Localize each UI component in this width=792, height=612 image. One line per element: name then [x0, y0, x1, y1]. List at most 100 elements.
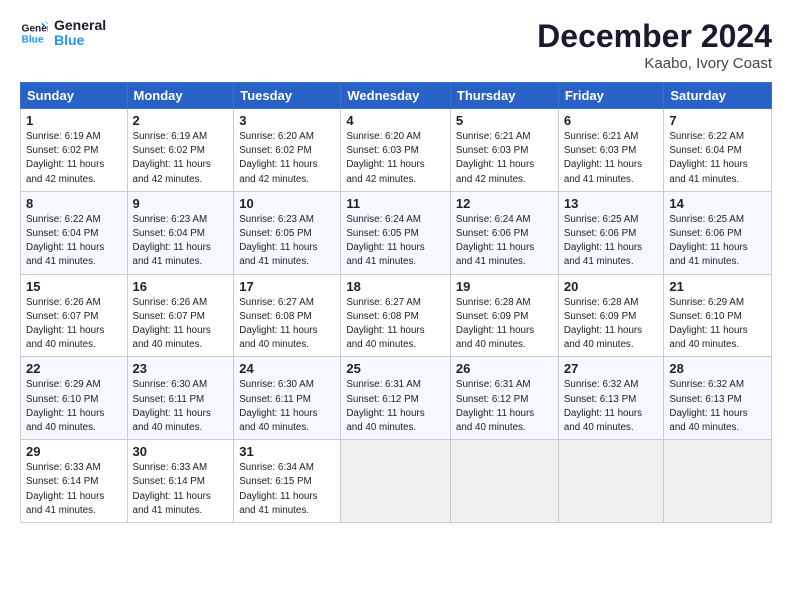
header-day-wednesday: Wednesday	[341, 83, 451, 109]
calendar-cell	[341, 440, 451, 523]
calendar-cell: 31 Sunrise: 6:34 AMSunset: 6:15 PMDayligh…	[234, 440, 341, 523]
day-info: Sunrise: 6:22 AMSunset: 6:04 PMDaylight:…	[669, 130, 766, 187]
day-info: Sunrise: 6:30 AMSunset: 6:11 PMDaylight:…	[239, 378, 335, 435]
day-number: 6	[564, 113, 659, 128]
calendar: SundayMondayTuesdayWednesdayThursdayFrid…	[20, 82, 772, 523]
day-number: 23	[133, 361, 229, 376]
header-day-friday: Friday	[558, 83, 664, 109]
calendar-cell: 19 Sunrise: 6:28 AMSunset: 6:09 PMDayligh…	[450, 274, 558, 357]
logo-icon: General Blue	[20, 19, 48, 47]
day-info: Sunrise: 6:21 AMSunset: 6:03 PMDaylight:…	[564, 130, 659, 187]
calendar-week-row: 29 Sunrise: 6:33 AMSunset: 6:14 PMDayligh…	[21, 440, 772, 523]
calendar-cell: 21 Sunrise: 6:29 AMSunset: 6:10 PMDayligh…	[664, 274, 772, 357]
header-day-monday: Monday	[127, 83, 234, 109]
day-number: 21	[669, 279, 766, 294]
day-info: Sunrise: 6:34 AMSunset: 6:15 PMDaylight:…	[239, 461, 335, 518]
day-info: Sunrise: 6:19 AMSunset: 6:02 PMDaylight:…	[133, 130, 229, 187]
day-info: Sunrise: 6:21 AMSunset: 6:03 PMDaylight:…	[456, 130, 553, 187]
day-info: Sunrise: 6:28 AMSunset: 6:09 PMDaylight:…	[564, 296, 659, 353]
calendar-cell: 7 Sunrise: 6:22 AMSunset: 6:04 PMDaylight…	[664, 109, 772, 192]
day-info: Sunrise: 6:29 AMSunset: 6:10 PMDaylight:…	[26, 378, 122, 435]
header-day-tuesday: Tuesday	[234, 83, 341, 109]
calendar-cell: 22 Sunrise: 6:29 AMSunset: 6:10 PMDayligh…	[21, 357, 128, 440]
logo-line1: General	[54, 18, 106, 33]
calendar-cell: 28 Sunrise: 6:32 AMSunset: 6:13 PMDayligh…	[664, 357, 772, 440]
day-number: 3	[239, 113, 335, 128]
header-day-thursday: Thursday	[450, 83, 558, 109]
day-number: 13	[564, 196, 659, 211]
day-number: 9	[133, 196, 229, 211]
calendar-cell	[558, 440, 664, 523]
calendar-cell: 8Sunrise: 6:22 AMSunset: 6:04 PMDaylight…	[21, 191, 128, 274]
calendar-cell: 30 Sunrise: 6:33 AMSunset: 6:14 PMDayligh…	[127, 440, 234, 523]
day-info: Sunrise: 6:30 AMSunset: 6:11 PMDaylight:…	[133, 378, 229, 435]
header: General Blue General Blue December 2024 …	[20, 18, 772, 72]
day-info: Sunrise: 6:25 AMSunset: 6:06 PMDaylight:…	[564, 213, 659, 270]
calendar-cell: 2 Sunrise: 6:19 AMSunset: 6:02 PMDaylight…	[127, 109, 234, 192]
calendar-cell: 17Sunrise: 6:27 AMSunset: 6:08 PMDayligh…	[234, 274, 341, 357]
main-title: December 2024	[537, 18, 772, 55]
calendar-cell: 9 Sunrise: 6:23 AMSunset: 6:04 PMDaylight…	[127, 191, 234, 274]
day-number: 29	[26, 444, 122, 459]
day-info: Sunrise: 6:26 AMSunset: 6:07 PMDaylight:…	[133, 296, 229, 353]
calendar-header-row: SundayMondayTuesdayWednesdayThursdayFrid…	[21, 83, 772, 109]
day-number: 7	[669, 113, 766, 128]
calendar-cell	[664, 440, 772, 523]
day-info: Sunrise: 6:32 AMSunset: 6:13 PMDaylight:…	[669, 378, 766, 435]
day-number: 4	[346, 113, 445, 128]
calendar-cell: 20Sunrise: 6:28 AMSunset: 6:09 PMDayligh…	[558, 274, 664, 357]
day-number: 25	[346, 361, 445, 376]
day-number: 22	[26, 361, 122, 376]
logo-line2: Blue	[54, 33, 106, 48]
day-info: Sunrise: 6:29 AMSunset: 6:10 PMDaylight:…	[669, 296, 766, 353]
day-number: 11	[346, 196, 445, 211]
calendar-cell: 23 Sunrise: 6:30 AMSunset: 6:11 PMDayligh…	[127, 357, 234, 440]
svg-text:Blue: Blue	[22, 35, 44, 46]
day-info: Sunrise: 6:23 AMSunset: 6:04 PMDaylight:…	[133, 213, 229, 270]
day-info: Sunrise: 6:33 AMSunset: 6:14 PMDaylight:…	[26, 461, 122, 518]
day-number: 2	[133, 113, 229, 128]
day-number: 31	[239, 444, 335, 459]
day-number: 15	[26, 279, 122, 294]
day-info: Sunrise: 6:20 AMSunset: 6:02 PMDaylight:…	[239, 130, 335, 187]
calendar-week-row: 1 Sunrise: 6:19 AMSunset: 6:02 PMDaylight…	[21, 109, 772, 192]
day-number: 26	[456, 361, 553, 376]
day-info: Sunrise: 6:27 AMSunset: 6:08 PMDaylight:…	[346, 296, 445, 353]
page: General Blue General Blue December 2024 …	[0, 0, 792, 612]
day-number: 12	[456, 196, 553, 211]
header-day-sunday: Sunday	[21, 83, 128, 109]
day-number: 1	[26, 113, 122, 128]
day-number: 10	[239, 196, 335, 211]
day-number: 28	[669, 361, 766, 376]
calendar-cell: 4 Sunrise: 6:20 AMSunset: 6:03 PMDaylight…	[341, 109, 451, 192]
day-number: 19	[456, 279, 553, 294]
day-number: 27	[564, 361, 659, 376]
day-info: Sunrise: 6:31 AMSunset: 6:12 PMDaylight:…	[346, 378, 445, 435]
calendar-cell: 10 Sunrise: 6:23 AMSunset: 6:05 PMDayligh…	[234, 191, 341, 274]
day-info: Sunrise: 6:32 AMSunset: 6:13 PMDaylight:…	[564, 378, 659, 435]
day-info: Sunrise: 6:20 AMSunset: 6:03 PMDaylight:…	[346, 130, 445, 187]
day-info: Sunrise: 6:31 AMSunset: 6:12 PMDaylight:…	[456, 378, 553, 435]
day-info: Sunrise: 6:33 AMSunset: 6:14 PMDaylight:…	[133, 461, 229, 518]
calendar-cell: 11 Sunrise: 6:24 AMSunset: 6:05 PMDayligh…	[341, 191, 451, 274]
calendar-cell: 12 Sunrise: 6:24 AMSunset: 6:06 PMDayligh…	[450, 191, 558, 274]
calendar-week-row: 8Sunrise: 6:22 AMSunset: 6:04 PMDaylight…	[21, 191, 772, 274]
day-info: Sunrise: 6:19 AMSunset: 6:02 PMDaylight:…	[26, 130, 122, 187]
day-info: Sunrise: 6:24 AMSunset: 6:05 PMDaylight:…	[346, 213, 445, 270]
day-info: Sunrise: 6:23 AMSunset: 6:05 PMDaylight:…	[239, 213, 335, 270]
logo: General Blue General Blue	[20, 18, 106, 49]
calendar-cell: 25 Sunrise: 6:31 AMSunset: 6:12 PMDayligh…	[341, 357, 451, 440]
day-info: Sunrise: 6:24 AMSunset: 6:06 PMDaylight:…	[456, 213, 553, 270]
day-number: 30	[133, 444, 229, 459]
calendar-cell: 26 Sunrise: 6:31 AMSunset: 6:12 PMDayligh…	[450, 357, 558, 440]
calendar-cell: 13 Sunrise: 6:25 AMSunset: 6:06 PMDayligh…	[558, 191, 664, 274]
calendar-cell: 14Sunrise: 6:25 AMSunset: 6:06 PMDayligh…	[664, 191, 772, 274]
calendar-cell: 24Sunrise: 6:30 AMSunset: 6:11 PMDayligh…	[234, 357, 341, 440]
calendar-week-row: 15 Sunrise: 6:26 AMSunset: 6:07 PMDayligh…	[21, 274, 772, 357]
calendar-cell: 16Sunrise: 6:26 AMSunset: 6:07 PMDayligh…	[127, 274, 234, 357]
day-info: Sunrise: 6:28 AMSunset: 6:09 PMDaylight:…	[456, 296, 553, 353]
day-number: 8	[26, 196, 122, 211]
calendar-cell	[450, 440, 558, 523]
calendar-cell: 27 Sunrise: 6:32 AMSunset: 6:13 PMDayligh…	[558, 357, 664, 440]
title-block: December 2024 Kaabo, Ivory Coast	[537, 18, 772, 72]
